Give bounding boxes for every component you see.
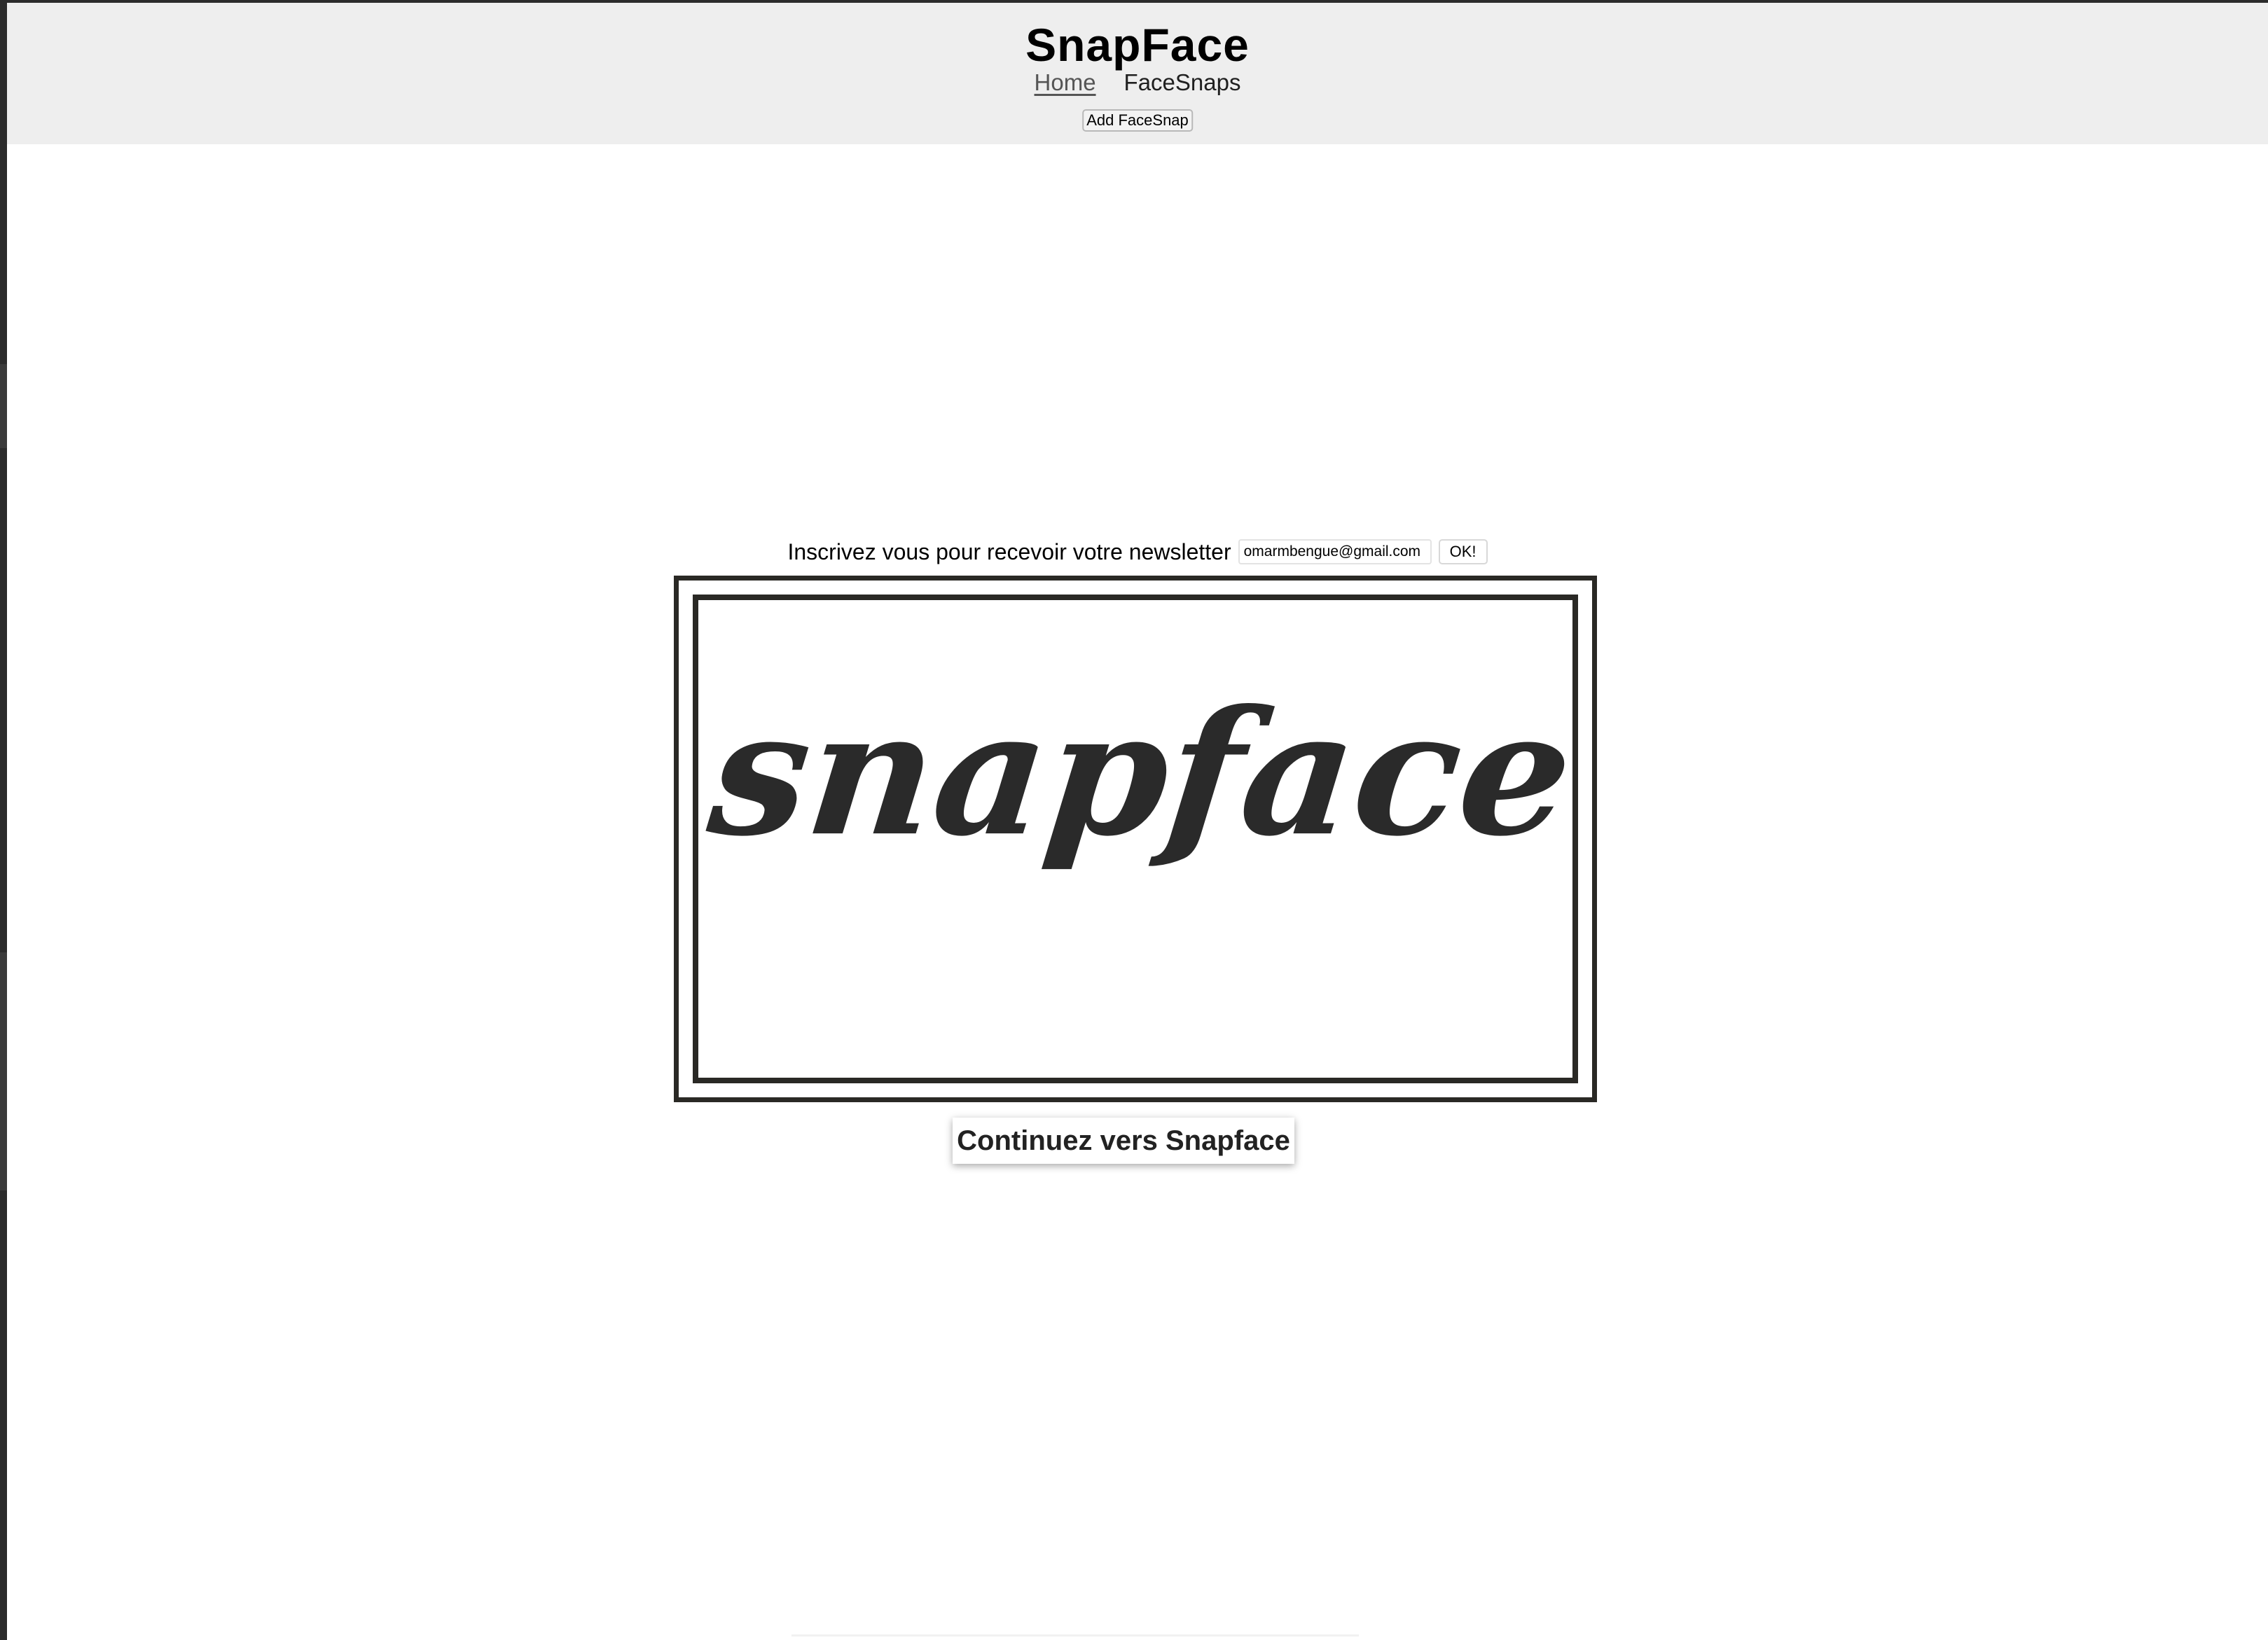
- nav-link-home[interactable]: Home: [1035, 67, 1096, 98]
- main-nav: Home FaceSnaps: [7, 67, 2268, 98]
- logo-inner-frame: snapface: [693, 595, 1578, 1083]
- newsletter-submit-button[interactable]: OK!: [1438, 539, 1488, 564]
- window-edge: [0, 0, 7, 1640]
- logo-wordmark: snapface: [700, 673, 1572, 875]
- add-facesnap-button[interactable]: Add FaceSnap: [1082, 109, 1193, 132]
- continue-button[interactable]: Continuez vers Snapface: [953, 1118, 1294, 1164]
- app-title: SnapFace: [1025, 19, 1250, 71]
- divider: [791, 1634, 1359, 1636]
- snapface-logo-image: snapface: [674, 576, 1597, 1102]
- email-field[interactable]: [1238, 539, 1432, 564]
- app-header: SnapFace Home FaceSnaps Add FaceSnap: [7, 3, 2268, 144]
- nav-link-facesnaps[interactable]: FaceSnaps: [1124, 67, 1241, 98]
- snapface-logo-graphic: snapface: [700, 673, 1572, 875]
- newsletter-form: Inscrivez vous pour recevoir votre newsl…: [7, 535, 2268, 569]
- page: SnapFace Home FaceSnaps Add FaceSnap Ins…: [7, 3, 2268, 1640]
- newsletter-label: Inscrivez vous pour recevoir votre newsl…: [787, 539, 1231, 564]
